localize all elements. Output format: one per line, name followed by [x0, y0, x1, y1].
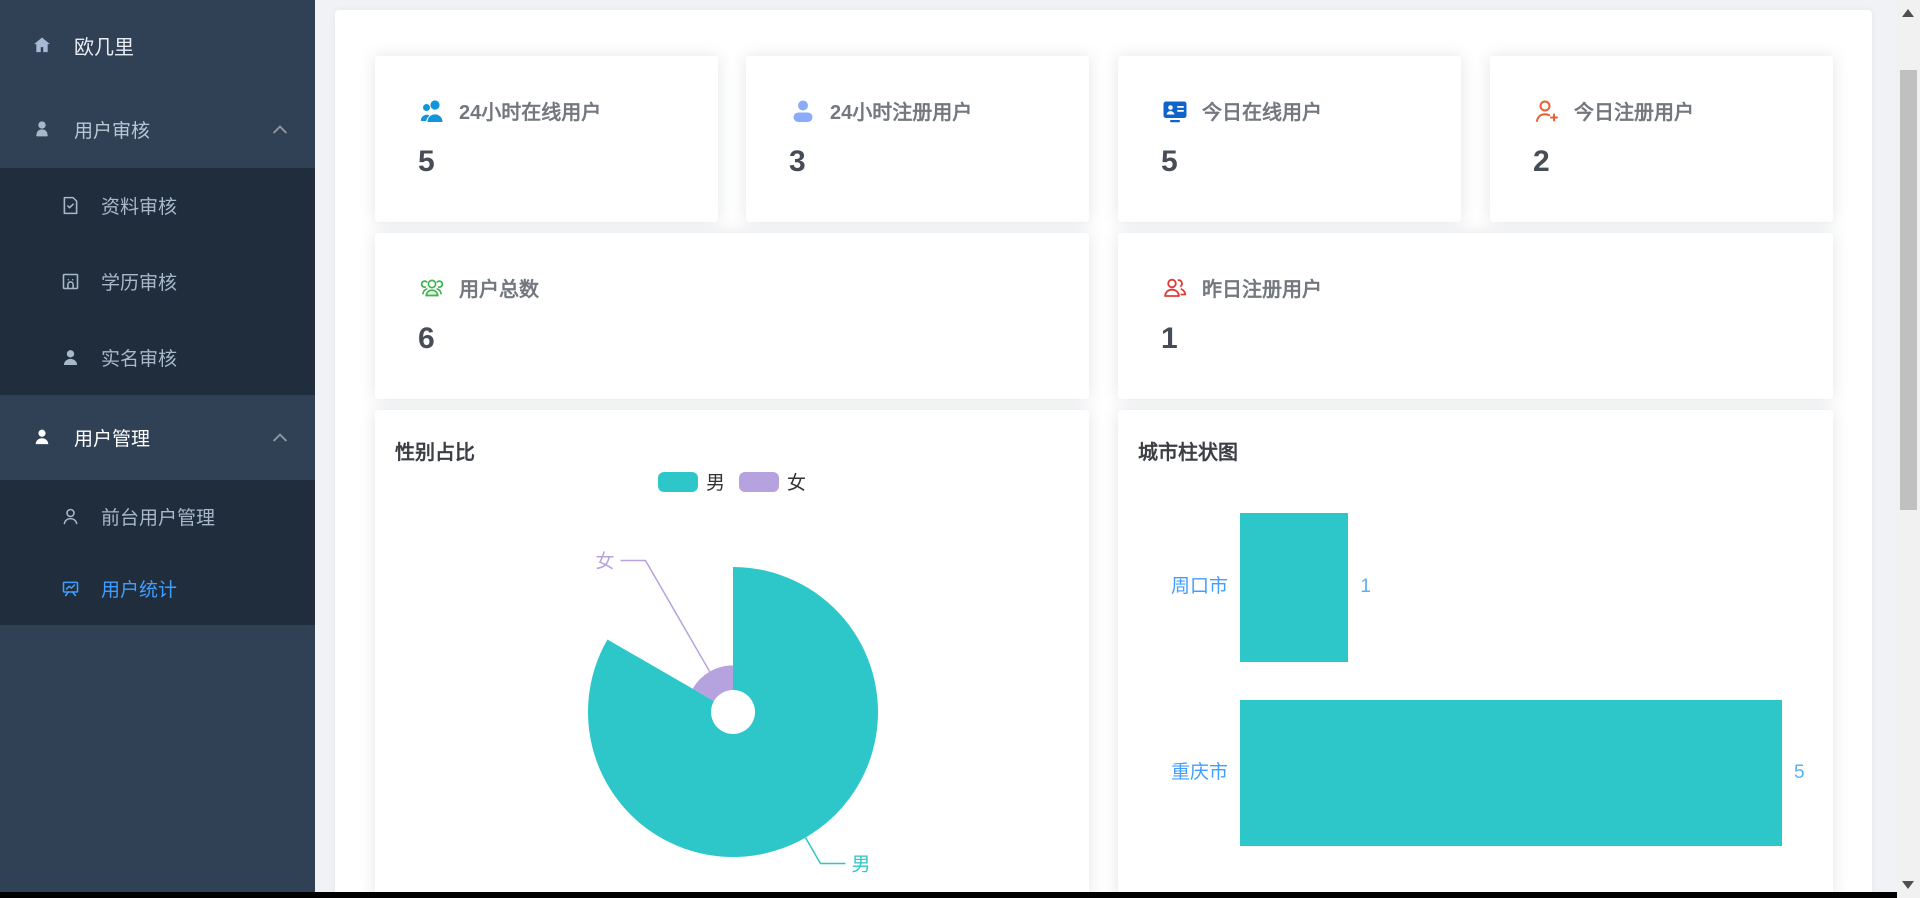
user-solid-icon [36, 121, 48, 137]
sidebar-item-front-user-management[interactable]: 前台用户管理 [0, 480, 315, 553]
document-check-icon [63, 197, 78, 215]
home-icon [34, 37, 50, 53]
stat-label: 24小时注册用户 [830, 102, 973, 124]
stat-label: 今日注册用户 [1574, 102, 1694, 124]
sidebar-item-label: 实名审核 [101, 348, 178, 370]
users-group-icon [420, 99, 443, 122]
pie-label-male: 男 [852, 855, 871, 876]
sidebar-item-label: 用户审核 [74, 120, 151, 142]
pie-label-female: 女 [595, 550, 614, 572]
scrollbar-thumb[interactable] [1900, 70, 1917, 510]
sidebar-item-label: 资料审核 [101, 197, 178, 219]
stat-value: 6 [418, 322, 435, 355]
stat-card-online-today: 今日在线用户 5 [1118, 56, 1461, 222]
bar-category-label: 周口市 [1170, 576, 1228, 597]
gender-pie-svg[interactable]: 男 女 [375, 410, 1089, 898]
city-bar-chart-card[interactable]: 城市柱状图 周口市 1 重庆市 5 [1118, 410, 1833, 898]
stat-label: 用户总数 [459, 279, 539, 301]
sidebar-item-user-review[interactable]: 用户审核 [0, 90, 315, 168]
submenu-user-review: 资料审核 学历审核 实名审核 [0, 168, 315, 395]
chevron-up-icon [273, 124, 287, 133]
stat-value: 1 [1161, 322, 1178, 355]
stat-card-total-users: 用户总数 6 [375, 233, 1089, 399]
bar-value-label: 5 [1794, 762, 1805, 783]
bar-value-label: 1 [1360, 576, 1371, 597]
submenu-user-management: 前台用户管理 用户统计 [0, 479, 315, 625]
city-bar-plot: 周口市 1 重庆市 5 [1118, 410, 1833, 898]
stat-card-registered-yesterday: 昨日注册用户 1 [1118, 233, 1833, 399]
scroll-up-arrow-icon[interactable] [1902, 9, 1914, 17]
app-title: 欧几里 [74, 36, 134, 59]
user-icon [63, 349, 78, 365]
stat-value: 5 [1161, 145, 1178, 178]
bar-rect[interactable] [1240, 700, 1782, 846]
gender-ratio-chart-card[interactable]: 性别占比 男 女 男 女 [375, 410, 1089, 898]
sidebar-item-label: 用户统计 [101, 580, 178, 602]
user-icon [35, 430, 49, 445]
user-add-icon [1536, 100, 1558, 122]
sidebar-item-user-management[interactable]: 用户管理 [0, 395, 315, 480]
sidebar: 欧几里 用户审核 资料审核 学历审核 实名审核 用户管理 前台用户管理 用户统计 [0, 0, 315, 898]
bottom-edge-strip [0, 892, 1897, 898]
sidebar-item-realname-review[interactable]: 实名审核 [0, 319, 315, 395]
users-outline-icon [1164, 278, 1187, 297]
sidebar-item-label: 前台用户管理 [101, 507, 216, 529]
user-icon [793, 100, 813, 122]
logo-row[interactable]: 欧几里 [0, 0, 315, 90]
sidebar-item-label: 学历审核 [101, 272, 178, 294]
stat-card-registered-today: 今日注册用户 2 [1490, 56, 1833, 222]
stat-label: 今日在线用户 [1202, 102, 1322, 124]
id-card-icon [1163, 101, 1187, 122]
chevron-up-icon [273, 433, 287, 442]
main-content-panel: 24小时在线用户 5 24小时注册用户 3 今日在线用户 5 今日注册用户 2 … [335, 10, 1872, 898]
chart-board-icon [62, 581, 79, 597]
stat-value: 3 [789, 145, 806, 178]
user-outline-icon [63, 508, 78, 525]
stat-value: 2 [1533, 145, 1550, 178]
users-outline-icon [420, 279, 444, 296]
pie-labelline-male [804, 837, 846, 865]
sidebar-item-profile-review[interactable]: 资料审核 [0, 168, 315, 244]
bar-category-label: 重庆市 [1170, 762, 1228, 783]
sidebar-item-user-statistics[interactable]: 用户统计 [0, 552, 315, 625]
building-icon [62, 273, 79, 290]
stat-card-registered-24h: 24小时注册用户 3 [746, 56, 1089, 222]
stat-label: 24小时在线用户 [459, 102, 602, 124]
stat-label: 昨日注册用户 [1202, 279, 1322, 301]
stat-card-online-24h: 24小时在线用户 5 [375, 56, 718, 222]
scroll-down-arrow-icon[interactable] [1902, 881, 1914, 889]
vertical-scrollbar[interactable] [1897, 0, 1920, 898]
bar-rect[interactable] [1240, 513, 1349, 662]
stat-value: 5 [418, 145, 435, 178]
pie-slice-male[interactable] [588, 567, 878, 857]
sidebar-item-education-review[interactable]: 学历审核 [0, 244, 315, 320]
sidebar-item-label: 用户管理 [74, 428, 151, 450]
